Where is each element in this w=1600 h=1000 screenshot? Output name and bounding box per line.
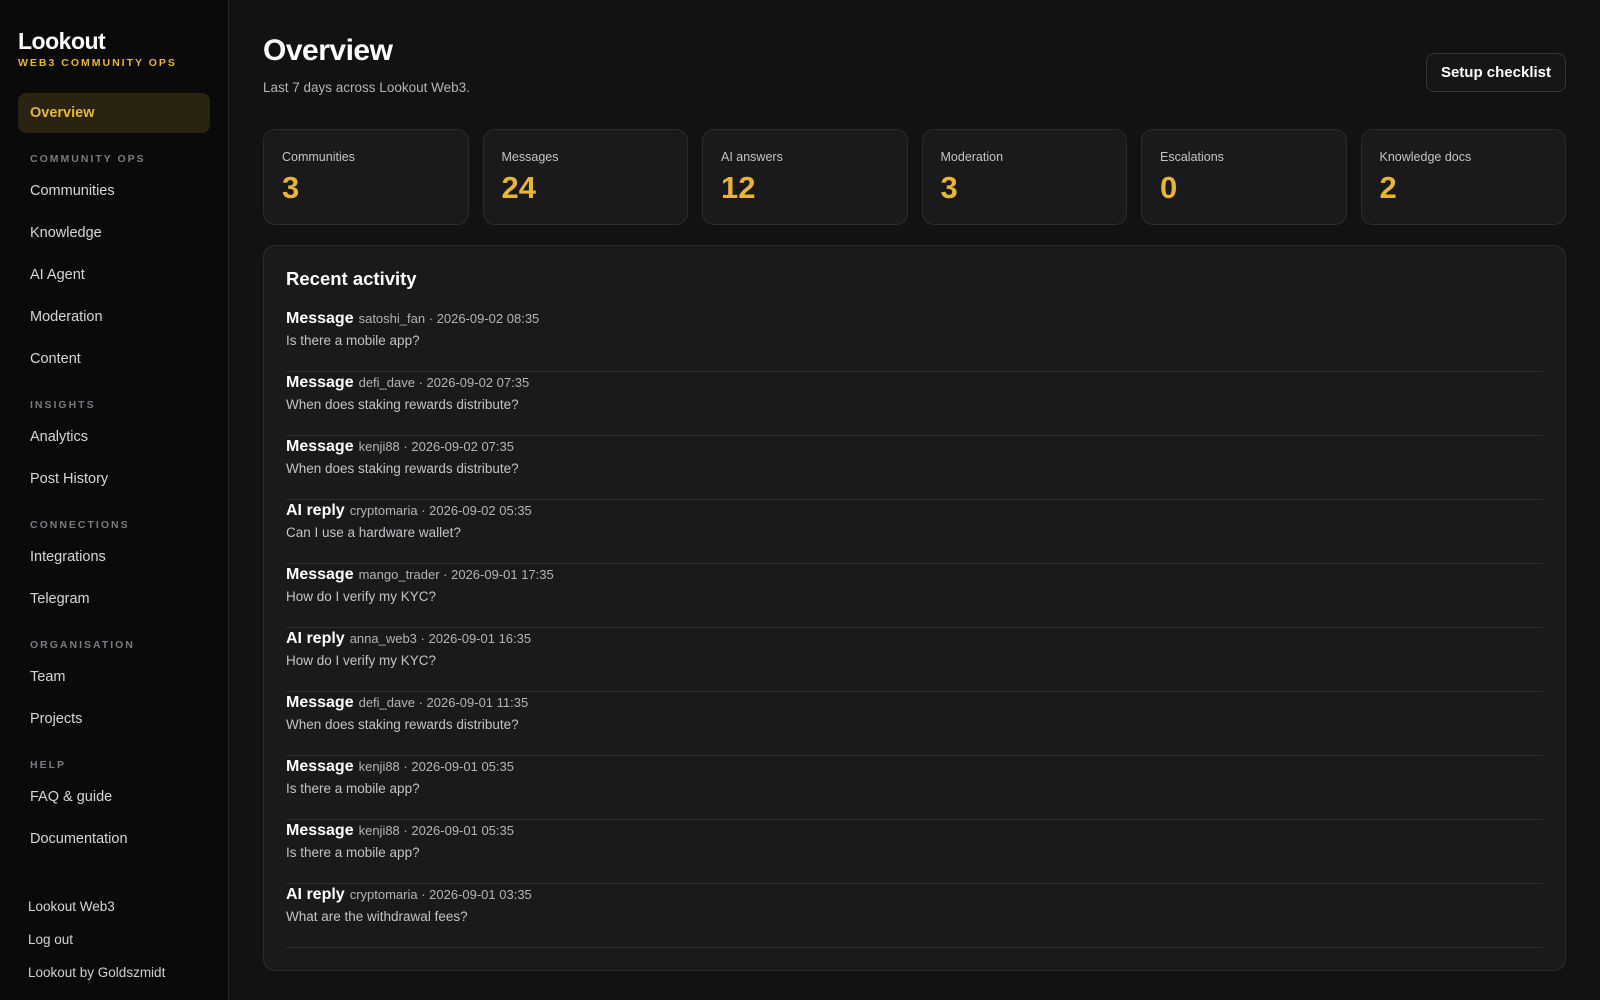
stat-card-messages: Messages 24 — [482, 129, 688, 225]
activity-row[interactable]: AI reply cryptomaria · 2026-09-02 05:35 C… — [286, 500, 1543, 564]
activity-row[interactable]: Message satoshi_fan · 2026-09-02 08:35 Is… — [286, 308, 1543, 372]
activity-kind: Message — [286, 822, 354, 839]
stat-card-ai-answers: AI answers 12 — [702, 129, 908, 225]
stat-value: 12 — [721, 170, 756, 205]
stat-value: 24 — [501, 170, 536, 205]
activity-text: What are the withdrawal fees? — [286, 909, 468, 924]
stat-card-communities: Communities 3 — [263, 129, 469, 225]
activity-meta: defi_dave · 2026-09-01 11:35 — [358, 695, 529, 710]
activity-row[interactable]: AI reply cryptomaria · 2026-09-01 03:35 W… — [286, 884, 1543, 948]
sidebar-section-organisation: ORGANISATION — [30, 639, 135, 651]
sidebar-item-communities[interactable]: Communities — [18, 171, 210, 211]
sidebar-item-projects[interactable]: Projects — [18, 699, 210, 739]
activity-text: Can I use a hardware wallet? — [286, 525, 461, 540]
activity-meta: satoshi_fan · 2026-09-02 08:35 — [358, 311, 540, 326]
sidebar-item-ai-agent[interactable]: AI Agent — [18, 255, 210, 295]
activity-row[interactable]: Message defi_dave · 2026-09-02 07:35 When… — [286, 372, 1543, 436]
sidebar-item-documentation[interactable]: Documentation — [18, 819, 210, 859]
activity-list: Message satoshi_fan · 2026-09-02 08:35 Is… — [286, 308, 1543, 948]
sidebar-item-knowledge[interactable]: Knowledge — [18, 213, 210, 253]
activity-text: When does staking rewards distribute? — [286, 717, 519, 732]
stat-card-moderation: Moderation 3 — [921, 129, 1127, 225]
stat-value: 3 — [282, 170, 300, 205]
brand[interactable]: Lookout WEB3 COMMUNITY OPS — [18, 28, 210, 69]
logout-link[interactable]: Log out — [28, 932, 210, 947]
activity-kind: AI reply — [286, 502, 345, 519]
sidebar-section-connections: CONNECTIONS — [30, 519, 130, 531]
activity-kind: Message — [286, 310, 354, 327]
stats-row: Communities 3 Messages 24 AI answers 12 … — [263, 129, 1566, 225]
page-title: Overview — [263, 34, 393, 67]
activity-kind: Message — [286, 694, 354, 711]
credit-text: Lookout by Goldszmidt — [28, 965, 166, 980]
sidebar-item-faq-guide[interactable]: FAQ & guide — [18, 777, 210, 817]
stat-value: 3 — [940, 170, 958, 205]
activity-text: Is there a mobile app? — [286, 781, 420, 796]
stat-label: Messages — [501, 150, 559, 164]
activity-kind: Message — [286, 566, 354, 583]
stat-value: 0 — [1160, 170, 1178, 205]
activity-row[interactable]: Message kenji88 · 2026-09-01 05:35 Is the… — [286, 756, 1543, 820]
main-content: Overview Last 7 days across Lookout Web3… — [229, 0, 1600, 1000]
sidebar-item-post-history[interactable]: Post History — [18, 459, 210, 499]
activity-row[interactable]: Message mango_trader · 2026-09-01 17:35 H… — [286, 564, 1543, 628]
activity-meta: mango_trader · 2026-09-01 17:35 — [358, 567, 554, 582]
activity-meta: kenji88 · 2026-09-01 05:35 — [358, 759, 514, 774]
activity-text: When does staking rewards distribute? — [286, 461, 519, 476]
activity-kind: Message — [286, 438, 354, 455]
activity-text: How do I verify my KYC? — [286, 653, 437, 668]
sidebar-footer: Lookout Web3 Log out Lookout by Goldszmi… — [18, 899, 210, 980]
activity-meta: defi_dave · 2026-09-02 07:35 — [358, 375, 530, 390]
sidebar-item-overview[interactable]: Overview — [18, 93, 210, 133]
activity-kind: AI reply — [286, 886, 345, 903]
activity-text: How do I verify my KYC? — [286, 589, 437, 604]
brand-tagline: WEB3 COMMUNITY OPS — [18, 57, 177, 69]
brand-name: Lookout — [18, 28, 106, 54]
sidebar-item-content[interactable]: Content — [18, 339, 210, 379]
activity-kind: Message — [286, 758, 354, 775]
stat-label: Knowledge docs — [1379, 150, 1472, 164]
activity-meta: kenji88 · 2026-09-01 05:35 — [358, 823, 514, 838]
activity-text: Is there a mobile app? — [286, 333, 420, 348]
stat-label: Communities — [282, 150, 355, 164]
activity-kind: Message — [286, 374, 354, 391]
app-root: Lookout WEB3 COMMUNITY OPS Overview COMM… — [0, 0, 1600, 1000]
stat-value: 2 — [1379, 170, 1397, 205]
sidebar-item-analytics[interactable]: Analytics — [18, 417, 210, 457]
sidebar-item-team[interactable]: Team — [18, 657, 210, 697]
activity-meta: anna_web3 · 2026-09-01 16:35 — [349, 631, 532, 646]
workspace-switcher[interactable]: Lookout Web3 — [28, 899, 210, 914]
stat-label: Moderation — [940, 150, 1004, 164]
stat-card-knowledge-docs: Knowledge docs 2 — [1360, 129, 1566, 225]
recent-activity-panel: Recent activity Message satoshi_fan · 202… — [263, 245, 1566, 971]
sidebar-section-community-ops: COMMUNITY OPS — [30, 153, 146, 165]
stat-card-escalations: Escalations 0 — [1141, 129, 1347, 225]
activity-meta: cryptomaria · 2026-09-02 05:35 — [349, 503, 532, 518]
activity-row[interactable]: Message defi_dave · 2026-09-01 11:35 When… — [286, 692, 1543, 756]
sidebar-section-help: HELP — [30, 759, 67, 771]
activity-row[interactable]: Message kenji88 · 2026-09-01 05:35 Is the… — [286, 820, 1543, 884]
setup-checklist-button[interactable]: Setup checklist — [1425, 53, 1566, 92]
sidebar-item-integrations[interactable]: Integrations — [18, 537, 210, 577]
activity-row[interactable]: Message kenji88 · 2026-09-02 07:35 When d… — [286, 436, 1543, 500]
activity-meta: kenji88 · 2026-09-02 07:35 — [358, 439, 514, 454]
activity-kind: AI reply — [286, 630, 345, 647]
sidebar: Lookout WEB3 COMMUNITY OPS Overview COMM… — [0, 0, 229, 1000]
activity-meta: cryptomaria · 2026-09-01 03:35 — [349, 887, 532, 902]
activity-row[interactable]: AI reply anna_web3 · 2026-09-01 16:35 How… — [286, 628, 1543, 692]
sidebar-section-insights: INSIGHTS — [30, 399, 96, 411]
sidebar-item-telegram[interactable]: Telegram — [18, 579, 210, 619]
stat-label: AI answers — [721, 150, 783, 164]
page-header: Overview Last 7 days across Lookout Web3… — [263, 34, 1566, 95]
sidebar-item-moderation[interactable]: Moderation — [18, 297, 210, 337]
recent-activity-title: Recent activity — [286, 268, 417, 289]
activity-text: Is there a mobile app? — [286, 845, 420, 860]
page-subtitle: Last 7 days across Lookout Web3. — [263, 80, 470, 95]
sidebar-nav: Overview COMMUNITY OPS Communities Knowl… — [18, 93, 210, 861]
stat-label: Escalations — [1160, 150, 1224, 164]
activity-text: When does staking rewards distribute? — [286, 397, 519, 412]
